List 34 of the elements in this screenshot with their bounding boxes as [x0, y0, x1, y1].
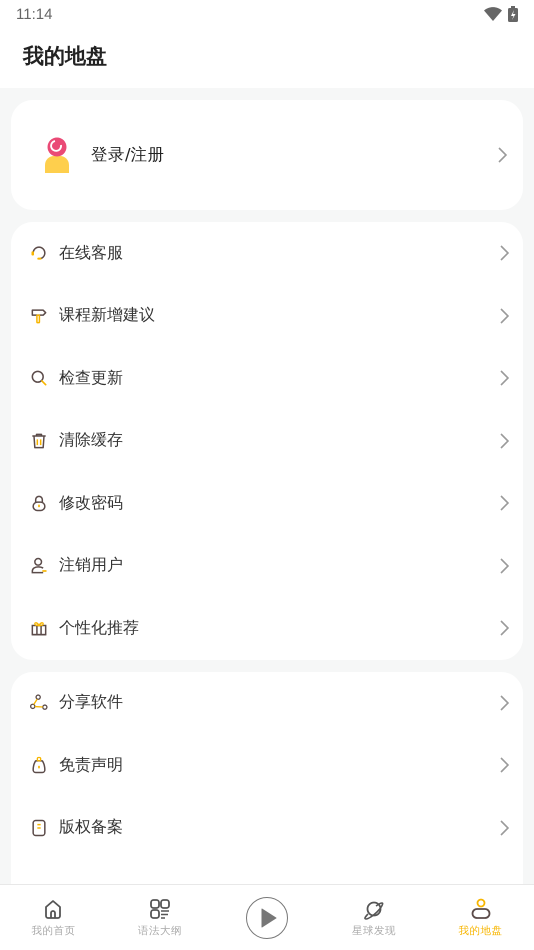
status-time: 11:14 [16, 6, 52, 22]
user-icon [29, 556, 49, 576]
chevron-icon [500, 820, 509, 836]
menu-item[interactable]: 在线客服 [11, 222, 523, 284]
chevron-icon [500, 620, 509, 636]
chevron-icon [500, 308, 509, 324]
login-row[interactable]: 登录/注册 [11, 100, 523, 210]
chevron-icon [500, 370, 509, 386]
menu-item[interactable]: 免责声明 [11, 734, 523, 796]
wifi-icon [484, 7, 502, 21]
menu-item[interactable]: 个性化推荐 [11, 597, 523, 660]
battery-icon [508, 6, 518, 22]
page-title: 我的地盘 [22, 43, 108, 70]
menu-item[interactable]: 分享软件 [11, 672, 523, 734]
play-button[interactable] [246, 896, 288, 938]
chevron-icon [500, 558, 509, 574]
chevron-icon [500, 495, 509, 512]
user-icon [468, 897, 493, 921]
chevron-icon [498, 147, 507, 163]
menu-item[interactable]: 清除缓存 [11, 410, 523, 472]
menu-item[interactable]: 课程新增建议 [11, 284, 523, 347]
chevron-icon [500, 694, 509, 711]
grid-icon [148, 897, 172, 921]
chevron-icon [500, 757, 509, 774]
menu-item[interactable]: 检查更新 [11, 347, 523, 410]
share-icon [29, 692, 49, 713]
menu-item[interactable]: 版权备案 [11, 796, 523, 859]
chevron-icon [500, 432, 509, 449]
menu-item[interactable]: 注销用户 [11, 534, 523, 597]
menu-item[interactable]: 修改密码 [11, 472, 523, 534]
search-icon [29, 368, 49, 388]
avatar-icon [43, 137, 71, 173]
chevron-icon [500, 245, 509, 262]
play-icon [260, 908, 277, 928]
